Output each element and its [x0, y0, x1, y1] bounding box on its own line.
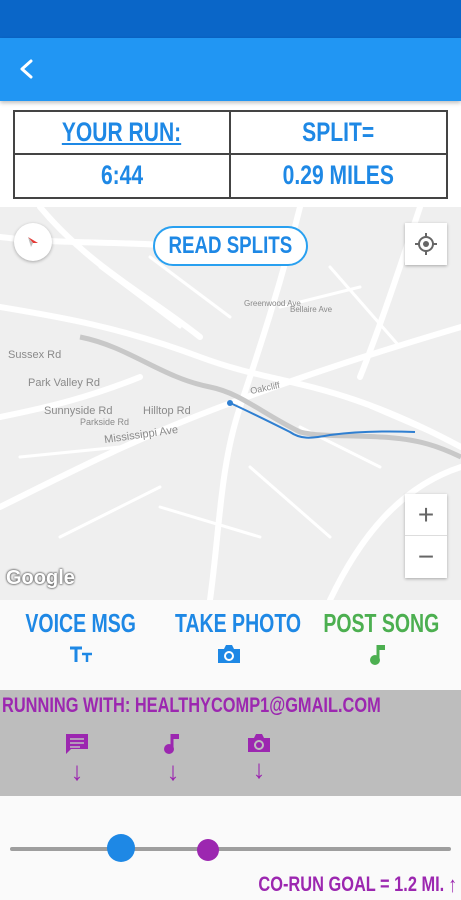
zoom-controls: + −: [405, 494, 447, 578]
split-value: 0.29 MILES: [282, 160, 394, 191]
back-button[interactable]: [10, 52, 44, 86]
compass-icon: [28, 237, 38, 247]
app-bar: [0, 38, 461, 101]
map-label: Parkside Rd: [80, 417, 130, 427]
map-label: Bellaire Ave: [290, 305, 333, 314]
co-run-song-item[interactable]: ↓: [159, 732, 187, 784]
music-note-icon: [164, 734, 179, 754]
post-song-label: POST SONG: [323, 608, 440, 638]
voice-msg-label: VOICE MSG: [25, 608, 137, 638]
take-photo-button[interactable]: TAKE PHOTO: [154, 608, 304, 686]
status-bar: [0, 0, 461, 38]
map-view[interactable]: Sussex Rd Park Valley Rd Sunnyside Rd Hi…: [0, 207, 461, 600]
co-run-message-item[interactable]: ↓: [63, 732, 91, 784]
split-label: SPLIT=: [302, 116, 375, 147]
zoom-out-button[interactable]: −: [405, 536, 447, 578]
chevron-left-icon: [20, 59, 33, 79]
zoom-in-button[interactable]: +: [405, 494, 447, 536]
text-size-icon: [70, 646, 92, 662]
your-run-label: YOUR RUN:: [62, 116, 182, 147]
read-splits-label: READ SPLITS: [168, 232, 293, 259]
google-logo: Google: [6, 567, 75, 589]
map-label: Sussex Rd: [8, 349, 62, 361]
down-arrow-icon: ↓: [70, 756, 84, 786]
compass-button[interactable]: [14, 223, 52, 261]
running-with-label: RUNNING WITH: HEALTHYCOMP1@GMAIL.COM: [2, 694, 381, 717]
down-arrow-icon: ↓: [166, 756, 180, 786]
progress-track: [10, 847, 451, 851]
action-bar: VOICE MSG TAKE PHOTO POST SONG: [0, 600, 461, 690]
camera-icon: [218, 645, 240, 663]
voice-msg-button[interactable]: VOICE MSG: [6, 608, 156, 686]
post-song-button[interactable]: POST SONG: [304, 608, 454, 686]
corunner-progress-knob[interactable]: [197, 839, 219, 861]
map-label: Hilltop Rd: [143, 405, 191, 417]
my-location-button[interactable]: [405, 223, 447, 265]
map-label: Park Valley Rd: [28, 377, 100, 389]
message-icon: [66, 734, 88, 754]
co-run-goal-label: CO-RUN GOAL = 1.2 MI.: [258, 873, 444, 896]
music-note-icon: [370, 645, 385, 665]
down-arrow-icon: ↓: [252, 754, 266, 784]
runner-progress-knob[interactable]: [107, 834, 135, 862]
take-photo-label: TAKE PHOTO: [175, 608, 302, 638]
co-run-goal: CO-RUN GOAL = 1.2 MI. ↑: [206, 872, 457, 898]
my-location-icon: [415, 233, 437, 255]
map-label: Sunnyside Rd: [44, 405, 113, 417]
camera-icon: [248, 734, 270, 752]
co-run-photo-item[interactable]: ↓: [245, 732, 273, 782]
read-splits-button[interactable]: READ SPLITS: [153, 226, 308, 266]
co-run-panel: RUNNING WITH: HEALTHYCOMP1@GMAIL.COM ↓ ↓…: [0, 690, 461, 796]
progress-slider-area: CO-RUN GOAL = 1.2 MI. ↑: [0, 796, 461, 900]
your-run-value: 6:44: [100, 160, 143, 191]
up-arrow-icon: ↑: [448, 872, 457, 897]
run-stats-table: YOUR RUN: SPLIT= 6:44 0.29 MILES: [13, 110, 448, 199]
